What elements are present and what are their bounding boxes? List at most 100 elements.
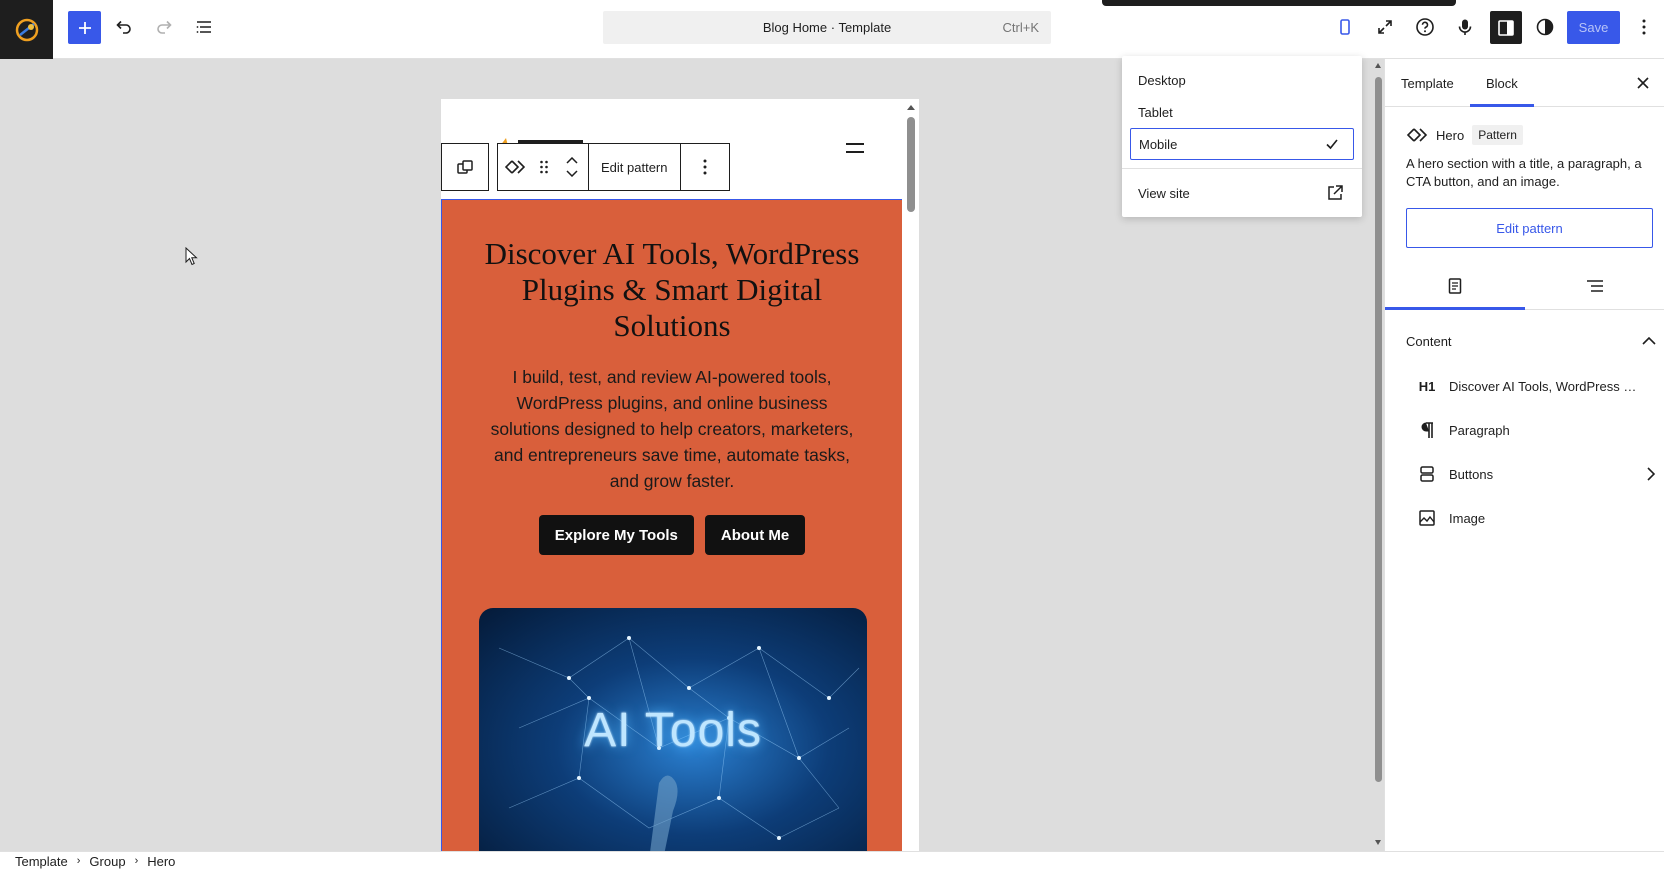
content-item-paragraph[interactable]: Paragraph: [1415, 414, 1655, 446]
help-icon: [1416, 18, 1434, 36]
explore-tools-button[interactable]: Explore My Tools: [538, 515, 694, 555]
hero-section[interactable]: Discover AI Tools, WordPress Plugins & S…: [441, 199, 903, 851]
editor-header: Blog Home · Template Ctrl+K Save: [0, 0, 1664, 59]
notice-bar: [1102, 0, 1456, 6]
close-sidebar-button[interactable]: [1627, 67, 1659, 99]
scroll-up-icon[interactable]: [1374, 62, 1382, 69]
chevron-right-icon[interactable]: [1647, 467, 1655, 481]
select-parent-icon: [457, 160, 473, 174]
tab-block[interactable]: Block: [1470, 59, 1534, 107]
more-vertical-icon: [1642, 19, 1646, 35]
check-icon: [1326, 139, 1338, 150]
block-controls-group: Edit pattern: [497, 143, 730, 191]
command-palette-button[interactable]: Blog Home · Template Ctrl+K: [603, 11, 1051, 44]
voice-button[interactable]: [1449, 10, 1481, 44]
scroll-up-icon[interactable]: [906, 103, 916, 111]
drag-handle[interactable]: [532, 144, 556, 190]
drag-handle-icon: [540, 160, 548, 174]
document-icon: [1448, 278, 1462, 294]
hero-buttons: Explore My Tools About Me: [442, 515, 902, 555]
zoom-out-button[interactable]: [1369, 10, 1401, 44]
parent-select-group: [441, 143, 489, 191]
content-item-image[interactable]: Image: [1415, 502, 1655, 534]
redo-icon: [157, 20, 172, 34]
tab-template[interactable]: Template: [1385, 59, 1470, 107]
help-button[interactable]: [1409, 10, 1441, 44]
undo-button[interactable]: [108, 10, 140, 44]
canvas-scrollbar[interactable]: [1372, 59, 1384, 851]
more-vertical-icon: [703, 159, 706, 175]
select-parent-button[interactable]: [442, 144, 488, 190]
menu-toggle-icon[interactable]: [846, 143, 864, 159]
chevron-right-icon: ›: [76, 855, 81, 867]
menu-item-label: Mobile: [1139, 136, 1178, 152]
block-toolbar: Edit pattern: [441, 143, 730, 191]
list-view-icon: [1587, 280, 1603, 292]
preview-scroll-thumb[interactable]: [907, 117, 915, 212]
breadcrumb-hero: Hero: [147, 853, 176, 869]
canvas-scroll-thumb[interactable]: [1375, 77, 1382, 782]
chevron-up-icon[interactable]: [566, 157, 578, 164]
paragraph-icon: [1415, 418, 1439, 442]
move-buttons[interactable]: [556, 144, 588, 190]
content-item-label: Discover AI Tools, WordPress Pl...: [1449, 378, 1639, 394]
block-options-button[interactable]: [681, 144, 729, 190]
half-circle-icon: [1536, 18, 1554, 36]
document-overview-button[interactable]: [188, 10, 220, 44]
menu-item-label: Tablet: [1138, 104, 1173, 120]
redo-button[interactable]: [148, 10, 180, 44]
content-item-label: Paragraph: [1449, 422, 1510, 438]
scroll-down-icon[interactable]: [1374, 839, 1382, 846]
menu-item-tablet[interactable]: Tablet: [1130, 96, 1354, 128]
hero-title[interactable]: Discover AI Tools, WordPress Plugins & S…: [472, 236, 872, 344]
breadcrumb-group[interactable]: Group: [89, 854, 125, 869]
site-icon-button[interactable]: [0, 0, 53, 59]
content-panel-toggle[interactable]: Content: [1406, 326, 1656, 356]
chevron-up-icon: [1642, 337, 1656, 345]
content-heading: Content: [1406, 333, 1452, 349]
pattern-badge: Pattern: [1472, 125, 1523, 145]
tab-list-view[interactable]: [1525, 262, 1664, 310]
styles-button[interactable]: [1529, 10, 1561, 44]
block-inserter-button[interactable]: [68, 11, 101, 44]
microphone-icon: [1458, 19, 1472, 35]
block-card-header: Hero Pattern: [1406, 125, 1523, 145]
hero-image[interactable]: AI Tools: [479, 608, 867, 851]
chevron-down-icon[interactable]: [566, 170, 578, 177]
menu-item-mobile[interactable]: Mobile: [1130, 128, 1354, 160]
undo-icon: [116, 20, 131, 34]
preview-scrollbar[interactable]: [902, 99, 919, 851]
about-me-button[interactable]: About Me: [704, 515, 806, 555]
block-description: A hero section with a title, a paragraph…: [1406, 156, 1642, 189]
pattern-icon: [1406, 128, 1428, 142]
block-inspector-tabs: [1385, 262, 1664, 310]
view-site-label: View site: [1138, 185, 1190, 201]
content-item-buttons[interactable]: Buttons: [1415, 458, 1655, 490]
save-button[interactable]: Save: [1567, 11, 1620, 44]
chevron-right-icon: ›: [134, 855, 139, 867]
buttons-icon: [1415, 462, 1439, 486]
fullscreen-icon: [1378, 20, 1392, 34]
tab-content[interactable]: [1385, 262, 1525, 310]
device-preview-menu: Desktop Tablet Mobile View site: [1122, 56, 1362, 217]
content-item-label: Buttons: [1449, 466, 1494, 482]
mouse-cursor-icon: [185, 247, 198, 266]
sidebar-tabs: Template Block: [1385, 59, 1664, 107]
site-logo-icon: [15, 18, 38, 41]
block-name: Hero: [1436, 127, 1465, 143]
settings-toggle-button[interactable]: [1490, 11, 1522, 44]
block-type-button[interactable]: [498, 144, 532, 190]
breadcrumb-template[interactable]: Template: [15, 854, 68, 869]
edit-pattern-button[interactable]: Edit pattern: [1406, 208, 1653, 248]
view-site-link[interactable]: View site: [1130, 177, 1354, 209]
document-title: Blog Home · Template: [762, 20, 892, 35]
content-item-heading[interactable]: H1 Discover AI Tools, WordPress Pl...: [1415, 370, 1655, 402]
hero-paragraph[interactable]: I build, test, and review AI-powered too…: [482, 364, 862, 494]
command-shortcut: Ctrl+K: [1002, 20, 1039, 35]
mobile-preview-frame[interactable]: Edit pattern Discover AI Tools, WordPres…: [441, 99, 919, 851]
device-preview-button[interactable]: [1329, 10, 1361, 44]
list-view-icon: [196, 21, 211, 33]
menu-item-desktop[interactable]: Desktop: [1130, 64, 1354, 96]
options-button[interactable]: [1628, 10, 1660, 44]
toolbar-edit-pattern-button[interactable]: Edit pattern: [589, 144, 680, 190]
